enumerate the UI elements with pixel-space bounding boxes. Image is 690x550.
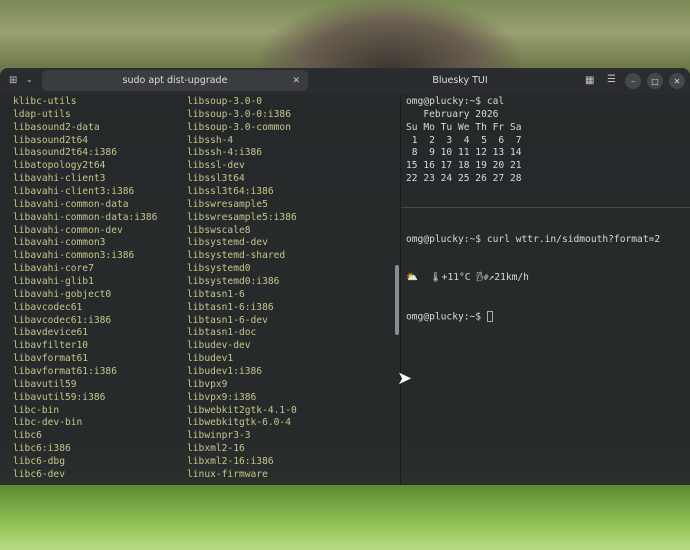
mouse-pointer-icon: ➤ (397, 368, 413, 389)
package-item: libavformat61 (13, 353, 89, 365)
package-item: libavahi-common-data (13, 198, 129, 210)
package-item: libavahi-common3:i386 (13, 250, 135, 262)
close-tab-icon[interactable]: ✕ (292, 76, 300, 86)
terminal-line: 8 9 10 11 12 13 14 (406, 147, 522, 159)
package-item: libavahi-glib1 (13, 276, 94, 288)
package-item: libtasn1-6-dev (187, 314, 268, 326)
package-item: libavutil59:i386 (13, 391, 106, 403)
chevron-down-icon[interactable]: ⌄ (26, 75, 33, 84)
package-item: libavahi-common3 (13, 237, 106, 249)
package-item: libsystemd0:i386 (187, 276, 280, 288)
curl-command: omg@plucky:~$ curl wttr.in/sidmouth?form… (406, 233, 661, 245)
package-item: libavutil59 (13, 378, 77, 390)
terminal-line: 15 16 17 18 19 20 21 (406, 160, 522, 172)
weather-output: ⛅ 🌡+11°C 🌬↗21km/h (406, 272, 529, 284)
package-item: libwebkit2gtk-4.1-0 (187, 404, 297, 416)
package-item: libxml2-16 (187, 443, 245, 455)
package-item: libxml2-16:i386 (187, 456, 274, 468)
package-item: libswscale8 (187, 224, 251, 236)
package-item: libtasn1-6:i386 (187, 301, 274, 313)
terminal-line: omg@plucky:~$ cal (406, 96, 505, 107)
package-item: libc-bin (13, 404, 60, 416)
terminal-line: February 2026 (406, 108, 499, 120)
package-item: libatopology2t64 (13, 160, 106, 172)
close-button[interactable]: ✕ (669, 73, 685, 89)
package-item: libasound2t64 (13, 134, 89, 146)
package-item: libavdevice61 (13, 327, 89, 339)
package-item: libavformat61:i386 (13, 366, 117, 378)
package-item: libssl3t64:i386 (187, 186, 274, 198)
terminal-line: 1 2 3 4 5 6 7 (406, 134, 522, 146)
package-item: libavahi-gobject0 (13, 288, 112, 300)
terminal-line: Su Mo Tu We Th Fr Sa (406, 121, 522, 133)
package-item: libssl3t64 (187, 173, 245, 185)
wallpaper-grass (0, 485, 690, 550)
package-item: klibc-utils (13, 96, 77, 107)
package-item: libtasn1-doc (187, 327, 257, 339)
maximize-button[interactable]: □ (647, 73, 663, 89)
package-item: libsystemd-shared (187, 250, 286, 262)
package-item: libavahi-common-dev (13, 224, 123, 236)
package-item: libudev1:i386 (187, 366, 263, 378)
prompt-line[interactable]: omg@plucky:~$ (406, 310, 660, 324)
menu-icon[interactable]: ☰ (607, 74, 616, 85)
package-item: libc-dev-bin (13, 417, 83, 429)
package-item: libc6:i386 (13, 443, 71, 455)
package-item: libtasn1-6 (187, 288, 245, 300)
package-item: libsystemd-dev (187, 237, 268, 249)
header-bar: ⊞ ⌄ sudo apt dist-upgrade ✕ Bluesky TUI … (0, 68, 690, 94)
package-item: linux-firmware (187, 468, 268, 480)
package-item: libssh-4 (187, 134, 234, 146)
bottom-pane: omg@plucky:~$ curl wttr.in/sidmouth?form… (406, 208, 660, 350)
package-item: libwebkitgtk-6.0-4 (187, 417, 291, 429)
package-item: libudev1 (187, 353, 234, 365)
package-item: libavcodec61 (13, 301, 83, 313)
package-item: libswresample5:i386 (187, 211, 297, 223)
package-item: libvpx9 (187, 378, 228, 390)
package-item: libudev-dev (187, 340, 251, 352)
package-item: libsystemd0 (187, 263, 251, 275)
tab-sudo-apt[interactable]: sudo apt dist-upgrade ✕ (42, 70, 308, 91)
package-item: libwinpr3-3 (187, 430, 251, 442)
package-item: libsoup-3.0-0 (187, 96, 263, 107)
tab-label: sudo apt dist-upgrade (122, 75, 228, 86)
package-list-col2: libsoup-3.0-0 libsoup-3.0-0:i386 libsoup-3… (187, 96, 297, 482)
package-list-col1: klibc-utils ldap-utils libasound2-data liba… (13, 96, 157, 482)
package-item: libssl-dev (187, 160, 245, 172)
package-item: libavahi-core7 (13, 263, 94, 275)
pane-divider[interactable] (400, 94, 401, 485)
prompt: omg@plucky:~$ (406, 311, 487, 323)
package-item: libavahi-client3 (13, 173, 106, 185)
package-item: ldap-utils (13, 108, 71, 120)
package-item: libavahi-common-data:i386 (13, 211, 158, 223)
grid-view-icon[interactable]: ▦ (585, 75, 594, 86)
package-item: libc6 (13, 430, 42, 442)
terminal-line: 22 23 24 25 26 27 28 (406, 173, 522, 185)
package-item: libsoup-3.0-common (187, 121, 291, 133)
scrollbar[interactable] (395, 265, 399, 335)
package-item: libavahi-client3:i386 (13, 186, 135, 198)
terminal-window: ⊞ ⌄ sudo apt dist-upgrade ✕ Bluesky TUI … (0, 68, 690, 485)
package-item: libavcodec61:i386 (13, 314, 112, 326)
package-item: libsoup-3.0-0:i386 (187, 108, 291, 120)
package-item: libvpx9:i386 (187, 391, 257, 403)
package-item: libc6-dbg (13, 456, 65, 468)
package-item: libavfilter10 (13, 340, 89, 352)
new-tab-icon[interactable]: ⊞ (9, 75, 17, 86)
cursor (486, 310, 493, 322)
package-item: libssh-4:i386 (187, 147, 263, 159)
window-title: Bluesky TUI (432, 75, 488, 86)
top-pane: omg@plucky:~$ cal February 2026 Su Mo Tu … (406, 96, 522, 186)
package-item: libc6-dev (13, 468, 65, 480)
minimize-button[interactable]: – (625, 73, 641, 89)
package-item: libasound2-data (13, 121, 100, 133)
package-item: libasound2t64:i386 (13, 147, 117, 159)
package-item: libswresample5 (187, 198, 268, 210)
